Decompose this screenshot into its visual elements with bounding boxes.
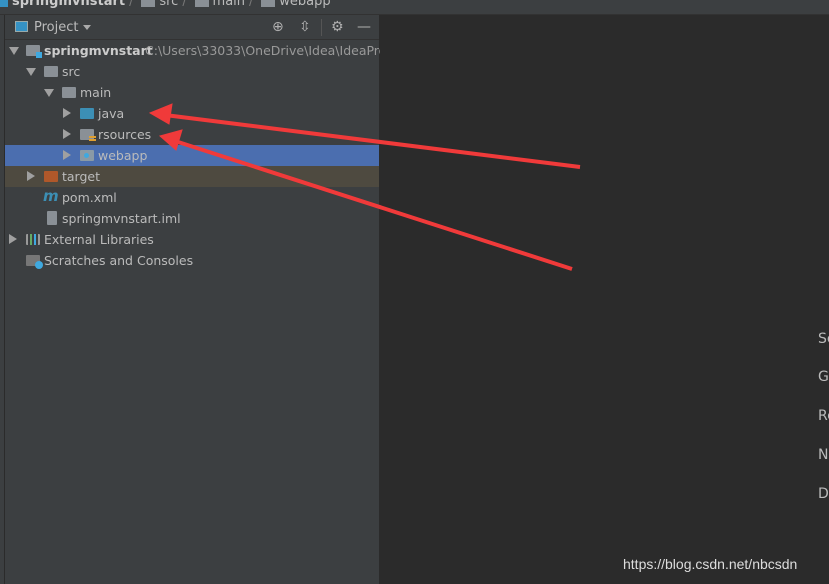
annotation-arrows xyxy=(148,103,581,271)
arrowhead xyxy=(148,103,173,125)
arrowhead xyxy=(158,129,183,151)
